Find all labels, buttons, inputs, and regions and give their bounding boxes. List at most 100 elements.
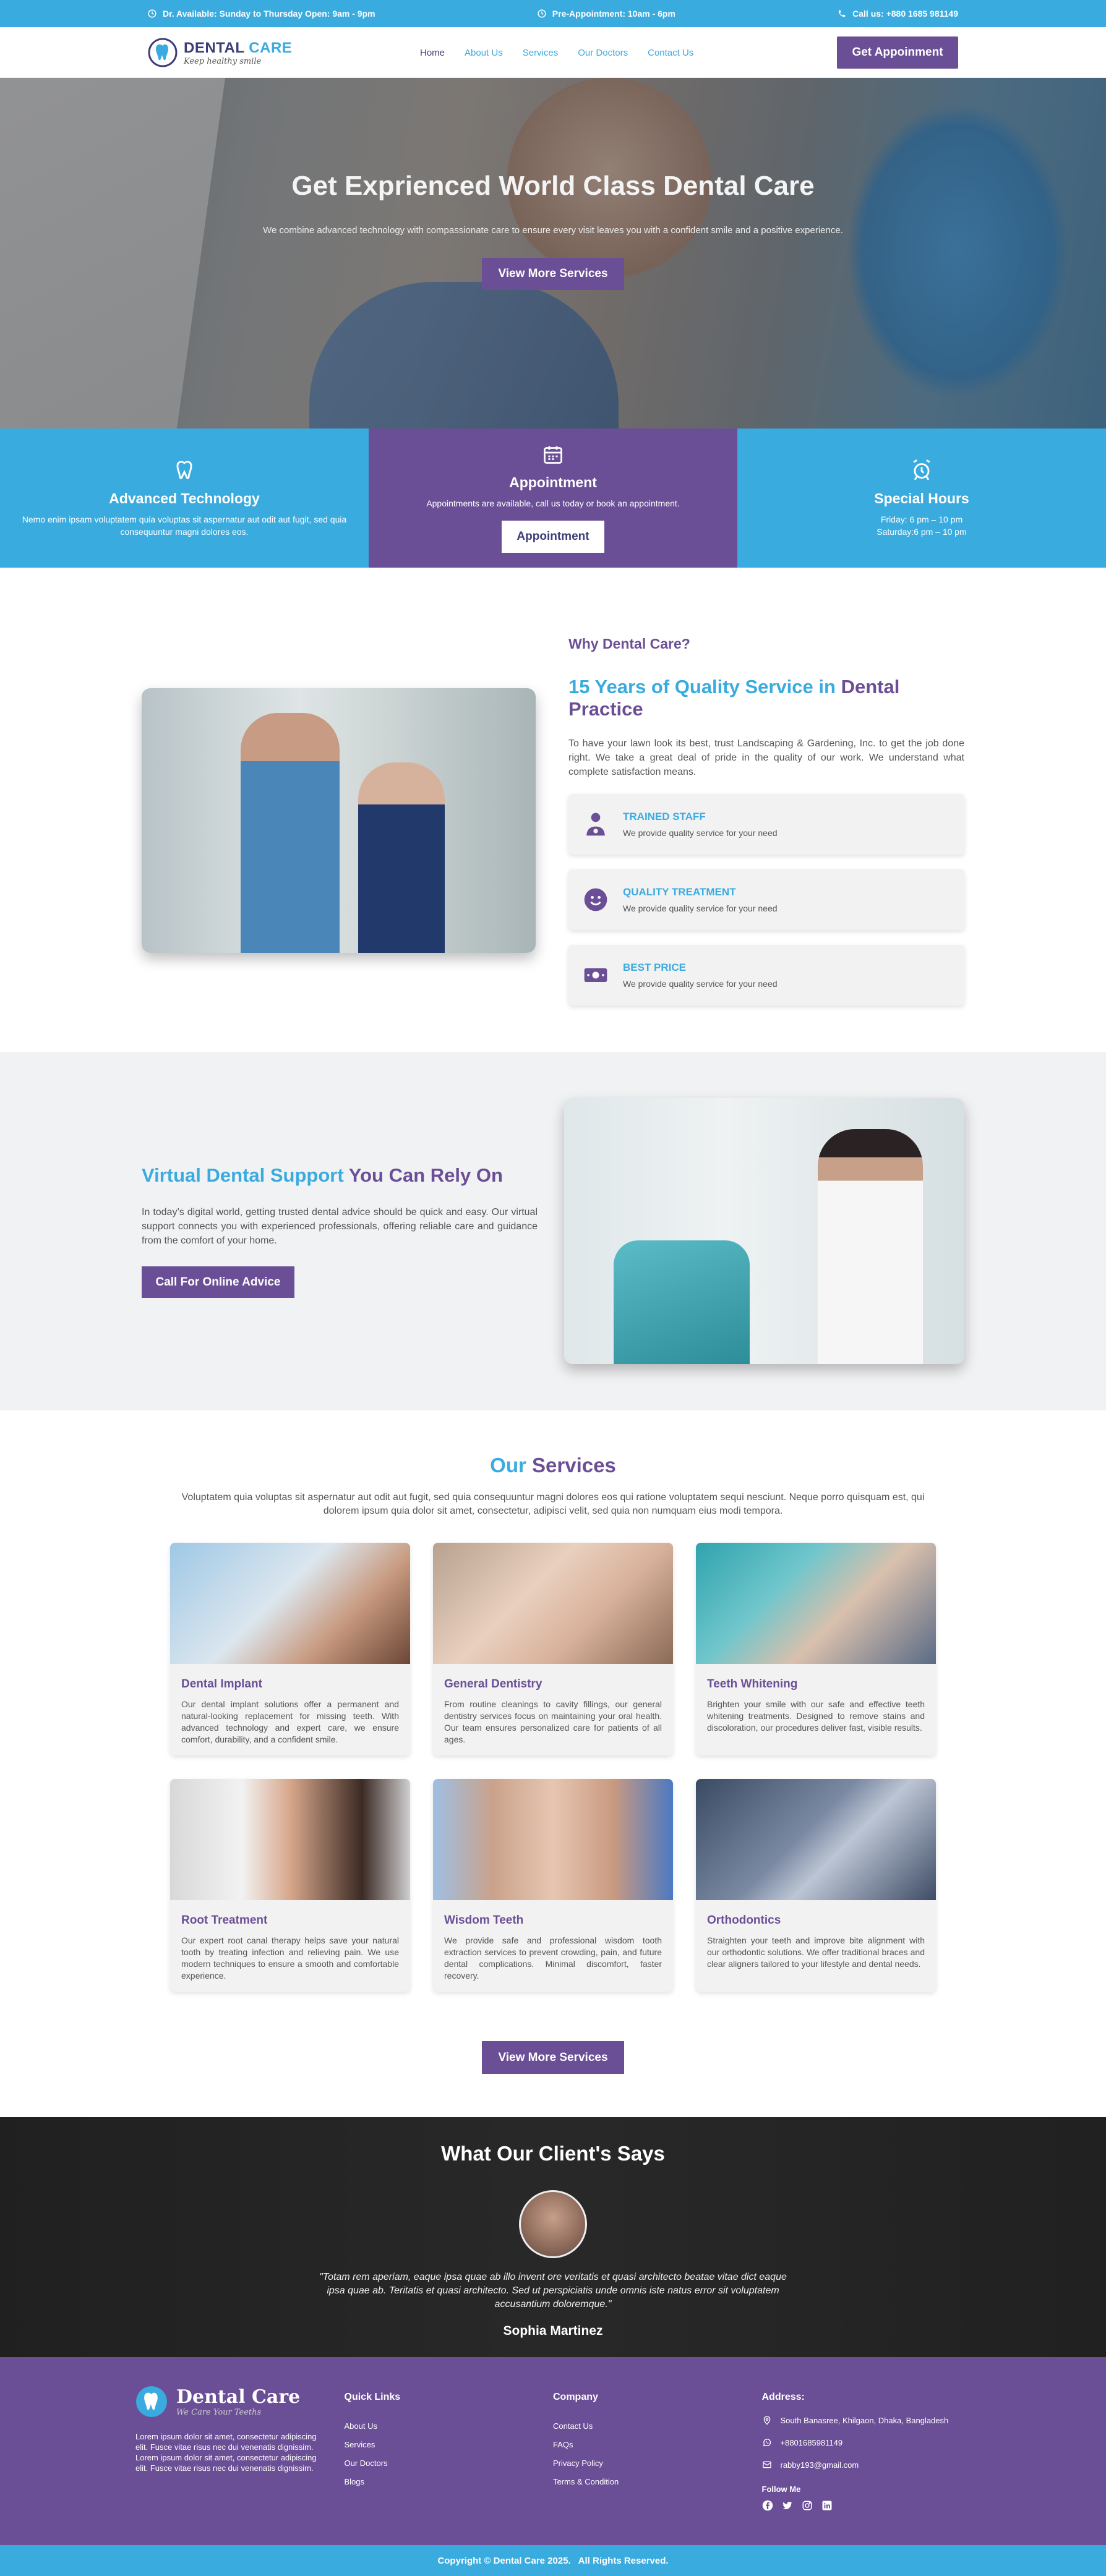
footer-about: Dental Care We Care Your Teeths Lorem ip… <box>135 2386 345 2511</box>
feature-hours-saturday: Saturday:6 pm – 10 pm <box>877 527 967 537</box>
service-card-wisdom-teeth[interactable]: Wisdom Teeth We provide safe and professi… <box>433 1779 673 1992</box>
service-image <box>696 1779 936 1900</box>
testimonial-content: What Our Client's Says "Totam rem aperia… <box>0 2117 1106 2339</box>
logo-dental: DENTAL <box>184 39 245 56</box>
email-icon <box>762 2461 771 2468</box>
feature-title: Advanced Technology <box>109 490 260 506</box>
card-title: BEST PRICE <box>623 962 687 973</box>
nav-services[interactable]: Services <box>523 48 559 58</box>
footer-link-our-doctors[interactable]: Our Doctors <box>345 2459 554 2468</box>
service-image <box>696 1543 936 1664</box>
service-image <box>433 1779 673 1900</box>
money-icon <box>584 968 607 982</box>
hero-subtitle: We combine advanced technology with comp… <box>263 225 843 236</box>
testimonial-quote: "Totam rem aperiam, eaque ipsa quae ab i… <box>319 2272 787 2309</box>
footer-logo-name: Dental Care <box>176 2386 301 2408</box>
service-text: From routine cleanings to cavity filling… <box>444 1699 662 1744</box>
site-footer: Dental Care We Care Your Teeths Lorem ip… <box>0 2357 1106 2545</box>
virtual-content: Virtual Dental Support You Can Rely On I… <box>142 1164 538 1298</box>
footer-link-faqs[interactable]: FAQs <box>553 2440 762 2449</box>
footer-link-contact-us[interactable]: Contact Us <box>553 2421 762 2431</box>
instagram-icon[interactable] <box>802 2500 813 2511</box>
why-content: Why Dental Care? 15 Years of Quality Ser… <box>568 636 964 1005</box>
card-text: We provide quality service for your need <box>623 828 778 838</box>
footer-address-row: South Banasree, Khilgaon, Dhaka, Banglad… <box>762 2415 971 2425</box>
footer-link-blogs[interactable]: Blogs <box>345 2477 554 2486</box>
service-card-dental-implant[interactable]: Dental Implant Our dental implant solutio… <box>170 1543 410 1755</box>
services-heading: Our Services <box>0 1454 1106 1477</box>
service-image <box>170 1779 410 1900</box>
call-info[interactable]: Call us: +880 1685 981149 <box>838 9 958 19</box>
service-text: Our dental implant solutions offer a per… <box>181 1699 399 1744</box>
footer-link-privacy-policy[interactable]: Privacy Policy <box>553 2459 762 2468</box>
service-text: Our expert root canal therapy helps save… <box>181 1935 399 1981</box>
footer-phone-row[interactable]: +8801685981149 <box>762 2437 971 2447</box>
testimonial-heading-rest: Our Client's Says <box>496 2142 665 2165</box>
virtual-support-section: Virtual Dental Support You Can Rely On I… <box>0 1052 1106 1410</box>
card-title: QUALITY TREATMENT <box>623 886 736 898</box>
footer-link-services[interactable]: Services <box>345 2440 554 2449</box>
logo-name: DENTAL CARE <box>184 40 292 57</box>
hours-text: Dr. Available: Sunday to Thursday Open: … <box>163 9 375 19</box>
hero-content: Get Exprienced World Class Dental Care W… <box>0 171 1106 290</box>
footer-about-text: Lorem ipsum dolor sit amet, consectetur … <box>135 2432 317 2473</box>
linkedin-icon[interactable] <box>821 2500 833 2511</box>
services-heading-purple: Services <box>532 1454 616 1477</box>
feature-advanced-technology: Advanced Technology Nemo enim ipsam volu… <box>0 429 369 568</box>
call-for-online-advice-button[interactable]: Call For Online Advice <box>142 1266 294 1298</box>
service-title: Dental Implant <box>181 1678 262 1691</box>
footer-quick-links: Quick Links About Us Services Our Doctor… <box>345 2386 554 2511</box>
appointment-button[interactable]: Appointment <box>502 521 604 553</box>
footer-heading: Company <box>553 2392 598 2402</box>
get-appointment-button[interactable]: Get Appoinment <box>837 36 958 69</box>
hero-title: Get Exprienced World Class Dental Care <box>291 171 815 201</box>
card-quality-treatment: QUALITY TREATMENT We provide quality ser… <box>568 869 964 930</box>
service-text: Brighten your smile with our safe and ef… <box>707 1699 925 1733</box>
service-card-root-treatment[interactable]: Root Treatment Our expert root canal ther… <box>170 1779 410 1992</box>
footer-address: Address: South Banasree, Khilgaon, Dhaka… <box>762 2386 971 2511</box>
smile-icon <box>584 888 607 911</box>
feature-text: Appointments are available, call us toda… <box>426 498 680 508</box>
service-card-general-dentistry[interactable]: General Dentistry From routine cleanings … <box>433 1543 673 1755</box>
pre-appointment-text: Pre-Appointment: 10am - 6pm <box>552 9 675 19</box>
hero-banner: Get Exprienced World Class Dental Care W… <box>0 78 1106 429</box>
tooth-icon <box>176 461 192 479</box>
virtual-heading-purple: You Can Rely On <box>348 1164 503 1186</box>
doctor-icon <box>586 812 605 836</box>
service-card-orthodontics[interactable]: Orthodontics Straighten your teeth and im… <box>696 1779 936 1992</box>
services-grid: Dental Implant Our dental implant solutio… <box>0 1543 1106 1992</box>
view-more-services-button[interactable]: View More Services <box>482 258 624 290</box>
site-header: DENTAL CARE Keep healthy smile Home Abou… <box>0 27 1106 78</box>
service-image <box>170 1543 410 1664</box>
nav-our-doctors[interactable]: Our Doctors <box>578 48 628 58</box>
footer-logo-tagline: We Care Your Teeths <box>176 2408 262 2417</box>
why-section: Why Dental Care? 15 Years of Quality Ser… <box>0 568 1106 1052</box>
logo-care: CARE <box>249 39 293 56</box>
footer-email-row[interactable]: rabby193@gmail.com <box>762 2460 971 2470</box>
clock-icon <box>148 9 156 18</box>
location-pin-icon <box>763 2416 770 2425</box>
feature-hours-friday: Friday: 6 pm – 10 pm <box>880 514 963 524</box>
service-card-teeth-whitening[interactable]: Teeth Whitening Brighten your smile with … <box>696 1543 936 1755</box>
clock-icon <box>538 9 546 18</box>
nav-home[interactable]: Home <box>420 48 445 58</box>
why-heading-blue: 15 Years of Quality Service in <box>568 676 836 697</box>
logo[interactable]: DENTAL CARE Keep healthy smile <box>148 38 420 67</box>
footer-link-terms[interactable]: Terms & Condition <box>553 2477 762 2486</box>
twitter-icon[interactable] <box>782 2500 793 2511</box>
service-image <box>433 1543 673 1664</box>
feature-title: Special Hours <box>874 490 969 506</box>
testimonial-section: What Our Client's Says "Totam rem aperia… <box>0 2117 1106 2357</box>
whatsapp-icon <box>763 2439 771 2447</box>
footer-link-about-us[interactable]: About Us <box>345 2421 554 2431</box>
facebook-icon[interactable] <box>762 2500 773 2511</box>
card-best-price: BEST PRICE We provide quality service fo… <box>568 945 964 1005</box>
footer-logo[interactable]: Dental Care We Care Your Teeths <box>135 2386 345 2418</box>
view-more-services-button[interactable]: View More Services <box>482 2041 624 2074</box>
services-section: Our Services Voluptatem quia voluptas si… <box>0 1410 1106 2117</box>
footer-follow-label: Follow Me <box>761 2484 801 2494</box>
nav-about-us[interactable]: About Us <box>465 48 503 58</box>
service-text: We provide safe and professional wisdom … <box>444 1935 662 1981</box>
avatar <box>519 2190 587 2258</box>
nav-contact-us[interactable]: Contact Us <box>648 48 693 58</box>
